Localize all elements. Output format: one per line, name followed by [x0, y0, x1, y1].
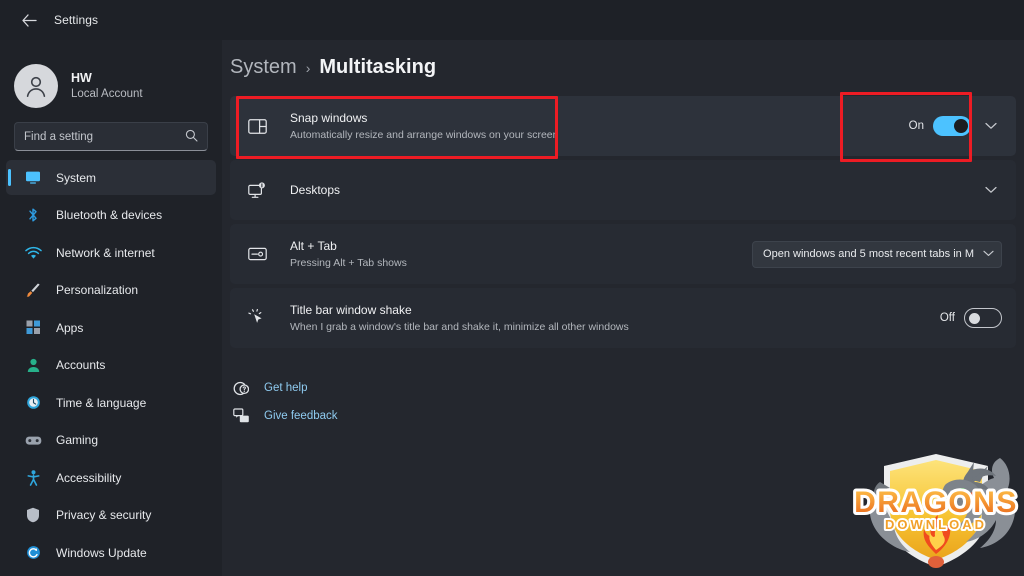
- svg-text:DRAGONS: DRAGONS: [854, 486, 1018, 519]
- sidebar-item-label: System: [56, 171, 96, 185]
- setting-title: Desktops: [290, 182, 980, 198]
- alt-tab-icon: [246, 243, 268, 265]
- sidebar-item-label: Windows Update: [56, 546, 147, 560]
- setting-title: Snap windows: [290, 110, 909, 126]
- settings-window: Settings HW Local Account: [0, 0, 1024, 576]
- sidebar-item-windows-update[interactable]: Windows Update: [6, 535, 216, 570]
- back-arrow-icon[interactable]: [14, 7, 44, 33]
- sidebar-item-gaming[interactable]: Gaming: [6, 423, 216, 458]
- sidebar-item-label: Apps: [56, 321, 83, 335]
- setting-row-desktops[interactable]: Desktops: [230, 160, 1016, 220]
- dropdown-value: Open windows and 5 most recent tabs in M: [763, 248, 974, 260]
- setting-subtitle: Automatically resize and arrange windows…: [290, 128, 909, 142]
- sidebar-item-network-internet[interactable]: Network & internet: [6, 235, 216, 270]
- chevron-down-icon: [983, 249, 994, 260]
- user-avatar-icon: [14, 64, 58, 108]
- paintbrush-icon: [24, 281, 42, 299]
- sidebar-item-apps[interactable]: Apps: [6, 310, 216, 345]
- chevron-down-icon[interactable]: [980, 179, 1002, 201]
- setting-subtitle: Pressing Alt + Tab shows: [290, 256, 752, 270]
- alt-tab-dropdown[interactable]: Open windows and 5 most recent tabs in M: [752, 241, 1002, 268]
- snap-toggle-label: On: [909, 120, 924, 132]
- link-label: Give feedback: [264, 410, 338, 422]
- cursor-shake-icon: [246, 307, 268, 329]
- sidebar-item-bluetooth-devices[interactable]: Bluetooth & devices: [6, 198, 216, 233]
- update-refresh-icon: [24, 544, 42, 562]
- apps-grid-icon: [24, 319, 42, 337]
- sidebar-nav: System Bluetooth & devices Network & int…: [0, 160, 222, 570]
- account-profile[interactable]: HW Local Account: [0, 40, 222, 116]
- dragons-download-logo: DRAGONS DRAGONS DOWNLOAD DOWNLOAD: [850, 436, 1022, 576]
- window-title: Settings: [54, 13, 98, 27]
- breadcrumb-separator-icon: ›: [306, 60, 311, 76]
- sidebar-item-label: Time & language: [56, 396, 146, 410]
- get-help-link[interactable]: Get help: [232, 374, 1024, 402]
- search-icon: [185, 129, 198, 145]
- sidebar-item-personalization[interactable]: Personalization: [6, 273, 216, 308]
- search-box[interactable]: [14, 122, 208, 151]
- breadcrumb-parent[interactable]: System: [230, 56, 297, 79]
- page-title: Multitasking: [319, 56, 436, 79]
- bluetooth-icon: [24, 206, 42, 224]
- sidebar-item-label: Bluetooth & devices: [56, 208, 162, 222]
- setting-row-title-bar-window-shake[interactable]: Title bar window shake When I grab a win…: [230, 288, 1016, 348]
- svg-text:DOWNLOAD: DOWNLOAD: [885, 517, 987, 532]
- gamepad-icon: [24, 431, 42, 449]
- sidebar-item-label: Privacy & security: [56, 508, 151, 522]
- title-bar: Settings: [0, 0, 1024, 40]
- snap-layout-icon: [246, 115, 268, 137]
- search-input[interactable]: [24, 131, 181, 143]
- display-icon: [24, 169, 42, 187]
- footer-links: Get help Give feedback: [222, 352, 1024, 430]
- snap-windows-toggle[interactable]: [933, 116, 971, 136]
- help-question-icon: [232, 379, 250, 397]
- setting-row-alt-tab[interactable]: Alt + Tab Pressing Alt + Tab shows Open …: [230, 224, 1016, 284]
- link-label: Get help: [264, 382, 307, 394]
- sidebar-item-label: Accessibility: [56, 471, 121, 485]
- setting-title: Title bar window shake: [290, 302, 940, 318]
- sidebar: HW Local Account System: [0, 0, 222, 576]
- title-bar-shake-toggle[interactable]: [964, 308, 1002, 328]
- sidebar-item-label: Network & internet: [56, 246, 155, 260]
- accessibility-person-icon: [24, 469, 42, 487]
- shield-icon: [24, 506, 42, 524]
- sidebar-item-system[interactable]: System: [6, 160, 216, 195]
- account-name: HW: [71, 70, 143, 86]
- wifi-icon: [24, 244, 42, 262]
- desktops-monitor-icon: [246, 179, 268, 201]
- clock-icon: [24, 394, 42, 412]
- shake-toggle-label: Off: [940, 312, 955, 324]
- breadcrumb: System › Multitasking: [222, 40, 1024, 96]
- sidebar-item-label: Personalization: [56, 283, 138, 297]
- sidebar-item-time-language[interactable]: Time & language: [6, 385, 216, 420]
- sidebar-item-accessibility[interactable]: Accessibility: [6, 460, 216, 495]
- sidebar-item-label: Gaming: [56, 433, 98, 447]
- setting-title: Alt + Tab: [290, 238, 752, 254]
- give-feedback-link[interactable]: Give feedback: [232, 402, 1024, 430]
- setting-subtitle: When I grab a window's title bar and sha…: [290, 320, 940, 334]
- sidebar-item-privacy-security[interactable]: Privacy & security: [6, 498, 216, 533]
- sidebar-item-accounts[interactable]: Accounts: [6, 348, 216, 383]
- setting-row-snap-windows[interactable]: Snap windows Automatically resize and ar…: [230, 96, 1016, 156]
- chevron-down-icon[interactable]: [980, 115, 1002, 137]
- person-icon: [24, 356, 42, 374]
- sidebar-item-label: Accounts: [56, 358, 105, 372]
- feedback-icon: [232, 407, 250, 425]
- account-type: Local Account: [71, 87, 143, 102]
- settings-list: Snap windows Automatically resize and ar…: [222, 96, 1024, 348]
